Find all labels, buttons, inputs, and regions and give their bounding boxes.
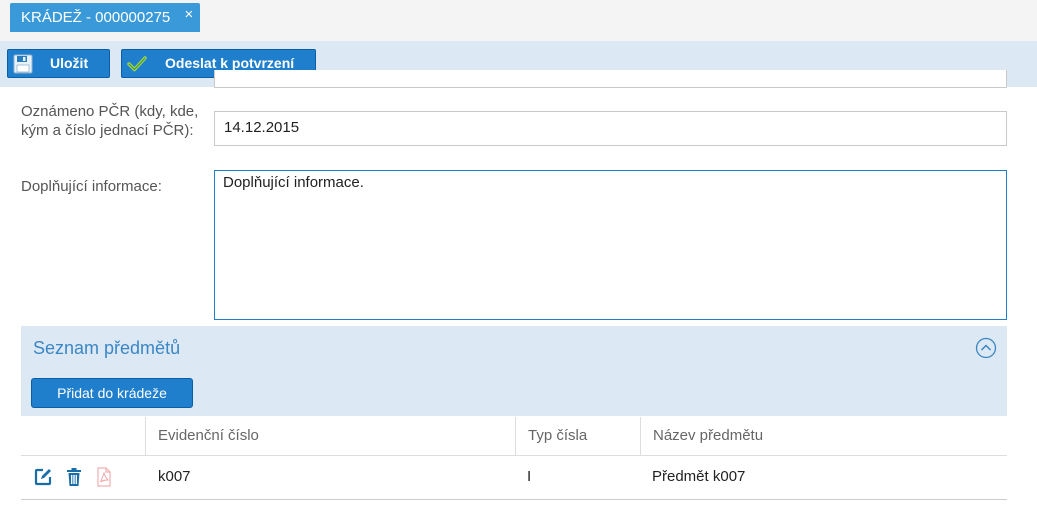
add-to-theft-button[interactable]: Přidat do krádeže (31, 378, 193, 408)
tab-title: KRÁDEŽ - 000000275 (21, 9, 171, 26)
pdf-icon[interactable] (94, 467, 114, 487)
save-button[interactable]: Uložit (7, 49, 110, 78)
cell-number-type: I (527, 468, 532, 485)
tab-bar: KRÁDEŽ - 000000275 × (0, 0, 1037, 41)
items-section: Seznam předmětů Přidat do krádeže (21, 326, 1007, 416)
additional-info-textarea[interactable]: Doplňující informace. (214, 170, 1007, 320)
reported-police-label: Oznámeno PČR (kdy, kde, kým a číslo jedn… (21, 103, 199, 139)
floppy-disk-icon (13, 54, 33, 74)
previous-field-partial[interactable] (214, 70, 1007, 88)
column-header-item-name[interactable]: Název předmětu (640, 417, 1007, 455)
save-button-label: Uložit (50, 55, 89, 71)
items-table-header: Evidenční číslo Typ čísla Název předmětu (21, 417, 1007, 456)
table-row[interactable]: k007 I Předmět k007 (21, 455, 1007, 500)
section-title: Seznam předmětů (33, 338, 181, 358)
tab-theft-record[interactable]: KRÁDEŽ - 000000275 × (10, 0, 201, 32)
chevron-up-circle-icon[interactable] (975, 337, 997, 359)
cell-evidence-number: k007 (158, 468, 191, 485)
column-header-number-type[interactable]: Typ čísla (515, 417, 640, 455)
reported-police-field[interactable]: 14.12.2015 (214, 111, 1007, 146)
cell-item-name: Předmět k007 (652, 468, 746, 485)
check-icon (127, 56, 147, 72)
close-icon[interactable]: × (185, 0, 194, 29)
trash-icon[interactable] (64, 467, 84, 487)
additional-info-label: Doplňující informace: (21, 178, 162, 195)
column-header-evidence-number[interactable]: Evidenční číslo (145, 417, 515, 455)
edit-icon[interactable] (33, 467, 53, 487)
